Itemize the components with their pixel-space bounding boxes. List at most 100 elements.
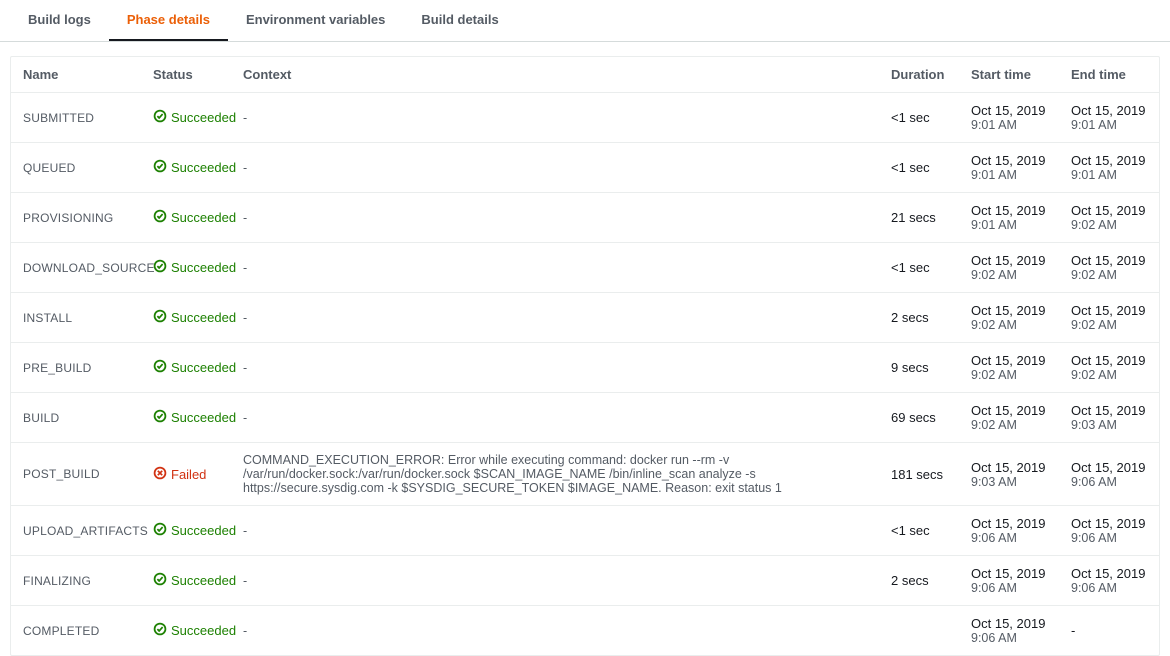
phase-duration: 9 secs (879, 343, 959, 393)
phase-end-time: Oct 15, 20199:01 AM (1059, 93, 1159, 143)
check-circle-icon (153, 209, 167, 226)
phase-status: Succeeded (141, 293, 231, 343)
status-label: Succeeded (171, 310, 236, 325)
phase-duration: <1 sec (879, 143, 959, 193)
check-circle-icon (153, 259, 167, 276)
phase-context: - (231, 193, 879, 243)
phase-duration: <1 sec (879, 243, 959, 293)
check-circle-icon (153, 622, 167, 639)
phase-duration: <1 sec (879, 506, 959, 556)
check-circle-icon (153, 109, 167, 126)
table-row: PROVISIONINGSucceeded-21 secsOct 15, 201… (11, 193, 1159, 243)
table-row: SUBMITTEDSucceeded-<1 secOct 15, 20199:0… (11, 93, 1159, 143)
phase-end-time: Oct 15, 20199:02 AM (1059, 293, 1159, 343)
phase-duration: 2 secs (879, 556, 959, 606)
check-circle-icon (153, 572, 167, 589)
table-row: POST_BUILDFailedCOMMAND_EXECUTION_ERROR:… (11, 443, 1159, 506)
check-circle-icon (153, 522, 167, 539)
phase-duration: 21 secs (879, 193, 959, 243)
phase-start-time: Oct 15, 20199:02 AM (959, 343, 1059, 393)
phase-status: Failed (141, 443, 231, 506)
phase-name: UPLOAD_ARTIFACTS (11, 506, 141, 556)
phase-status: Succeeded (141, 343, 231, 393)
phase-status: Succeeded (141, 143, 231, 193)
phase-name: BUILD (11, 393, 141, 443)
tab-phase-details[interactable]: Phase details (109, 0, 228, 41)
phase-context: COMMAND_EXECUTION_ERROR: Error while exe… (231, 443, 879, 506)
table-row: UPLOAD_ARTIFACTSSucceeded-<1 secOct 15, … (11, 506, 1159, 556)
phase-context: - (231, 393, 879, 443)
status-label: Failed (171, 467, 206, 482)
phase-context: - (231, 293, 879, 343)
phase-status: Succeeded (141, 506, 231, 556)
phase-status: Succeeded (141, 606, 231, 656)
status-label: Succeeded (171, 410, 236, 425)
status-label: Succeeded (171, 160, 236, 175)
status-label: Succeeded (171, 110, 236, 125)
table-row: DOWNLOAD_SOURCESucceeded-<1 secOct 15, 2… (11, 243, 1159, 293)
tab-environment-variables[interactable]: Environment variables (228, 0, 403, 41)
table-row: INSTALLSucceeded-2 secsOct 15, 20199:02 … (11, 293, 1159, 343)
check-circle-icon (153, 359, 167, 376)
phase-status: Succeeded (141, 556, 231, 606)
phase-status: Succeeded (141, 93, 231, 143)
tabs-bar: Build logs Phase details Environment var… (0, 0, 1170, 42)
phase-end-time: Oct 15, 20199:02 AM (1059, 193, 1159, 243)
status-label: Succeeded (171, 260, 236, 275)
phase-end-time: Oct 15, 20199:03 AM (1059, 393, 1159, 443)
check-circle-icon (153, 159, 167, 176)
phase-start-time: Oct 15, 20199:02 AM (959, 243, 1059, 293)
status-label: Succeeded (171, 523, 236, 538)
phase-name: INSTALL (11, 293, 141, 343)
phase-duration: 69 secs (879, 393, 959, 443)
phase-name: COMPLETED (11, 606, 141, 656)
phase-status: Succeeded (141, 193, 231, 243)
x-circle-icon (153, 466, 167, 483)
phase-end-time: Oct 15, 20199:06 AM (1059, 443, 1159, 506)
phase-name: FINALIZING (11, 556, 141, 606)
phase-start-time: Oct 15, 20199:03 AM (959, 443, 1059, 506)
tab-build-logs[interactable]: Build logs (10, 0, 109, 41)
phase-start-time: Oct 15, 20199:06 AM (959, 606, 1059, 656)
phase-status: Succeeded (141, 393, 231, 443)
col-header-name[interactable]: Name (11, 57, 141, 93)
col-header-context[interactable]: Context (231, 57, 879, 93)
col-header-status[interactable]: Status (141, 57, 231, 93)
check-circle-icon (153, 409, 167, 426)
phase-context: - (231, 506, 879, 556)
table-row: FINALIZINGSucceeded-2 secsOct 15, 20199:… (11, 556, 1159, 606)
phase-end-time: Oct 15, 20199:01 AM (1059, 143, 1159, 193)
tab-build-details[interactable]: Build details (403, 0, 516, 41)
status-label: Succeeded (171, 360, 236, 375)
status-label: Succeeded (171, 210, 236, 225)
phase-name: PROVISIONING (11, 193, 141, 243)
table-row: QUEUEDSucceeded-<1 secOct 15, 20199:01 A… (11, 143, 1159, 193)
phase-start-time: Oct 15, 20199:06 AM (959, 556, 1059, 606)
col-header-end[interactable]: End time (1059, 57, 1159, 93)
phase-duration: 2 secs (879, 293, 959, 343)
phase-end-time: Oct 15, 20199:06 AM (1059, 506, 1159, 556)
phase-start-time: Oct 15, 20199:06 AM (959, 506, 1059, 556)
phase-status: Succeeded (141, 243, 231, 293)
phase-start-time: Oct 15, 20199:01 AM (959, 143, 1059, 193)
phase-end-time: Oct 15, 20199:02 AM (1059, 343, 1159, 393)
check-circle-icon (153, 309, 167, 326)
phase-name: QUEUED (11, 143, 141, 193)
status-label: Succeeded (171, 573, 236, 588)
table-header-row: Name Status Context Duration Start time … (11, 57, 1159, 93)
phase-duration: 181 secs (879, 443, 959, 506)
phase-duration: <1 sec (879, 93, 959, 143)
phase-start-time: Oct 15, 20199:01 AM (959, 93, 1059, 143)
phase-end-time: Oct 15, 20199:06 AM (1059, 556, 1159, 606)
col-header-duration[interactable]: Duration (879, 57, 959, 93)
col-header-start[interactable]: Start time (959, 57, 1059, 93)
phase-context: - (231, 93, 879, 143)
phase-name: SUBMITTED (11, 93, 141, 143)
phase-name: PRE_BUILD (11, 343, 141, 393)
phase-start-time: Oct 15, 20199:02 AM (959, 393, 1059, 443)
phase-details-panel: Name Status Context Duration Start time … (10, 56, 1160, 656)
phase-context: - (231, 606, 879, 656)
phase-start-time: Oct 15, 20199:01 AM (959, 193, 1059, 243)
table-row: PRE_BUILDSucceeded-9 secsOct 15, 20199:0… (11, 343, 1159, 393)
phase-context: - (231, 143, 879, 193)
